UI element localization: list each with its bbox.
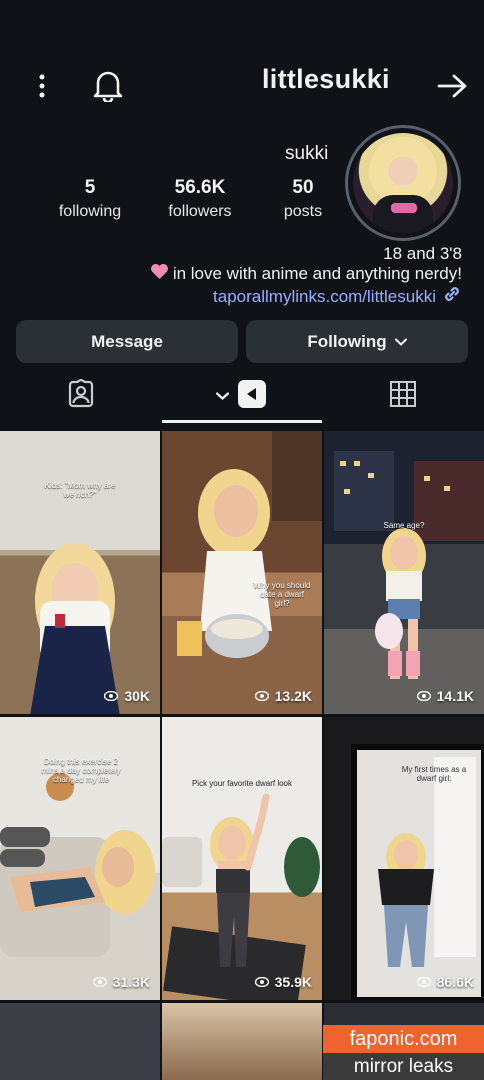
bio-line-2-row: in love with anime and anything nerdy! xyxy=(150,263,462,285)
stat-following-label: following xyxy=(58,203,122,220)
chevron-down-icon xyxy=(215,392,229,400)
more-options-icon[interactable] xyxy=(30,70,54,102)
post-thumbnail[interactable]: Doing this exercise 2 mins a day complet… xyxy=(0,717,160,1000)
tagged-person-icon xyxy=(66,378,96,414)
share-arrow-icon[interactable] xyxy=(434,70,470,102)
post-thumbnail[interactable]: Why you should date a dwarf girl? 13.2K xyxy=(162,431,322,714)
avatar[interactable] xyxy=(345,125,461,241)
view-count: 35.9K xyxy=(254,974,312,990)
post-caption: Same age? xyxy=(383,521,425,530)
post-caption: My first times as a dwarf girl: xyxy=(401,765,467,784)
bio-link-text: taporallmylinks.com/littlesukki xyxy=(213,286,436,306)
post-caption: Why you should date a dwarf girl? xyxy=(253,581,311,609)
stat-posts[interactable]: 50 posts xyxy=(272,177,334,221)
post-thumbnail[interactable] xyxy=(0,1003,160,1080)
bio-link[interactable]: taporallmylinks.com/littlesukki xyxy=(213,284,462,309)
stat-posts-label: posts xyxy=(283,203,323,220)
message-button[interactable]: Message xyxy=(16,320,238,363)
profile-username: littlesukki xyxy=(262,64,390,94)
post-thumbnail[interactable] xyxy=(162,1003,322,1080)
stat-following[interactable]: 5 following xyxy=(52,177,128,221)
chevron-down-icon xyxy=(394,338,407,346)
view-count-value: 31.3K xyxy=(112,974,150,990)
stat-following-value: 5 xyxy=(84,177,96,198)
watermark-site: faponic.com xyxy=(323,1025,484,1053)
eye-icon xyxy=(416,974,431,990)
active-tab-indicator xyxy=(162,420,322,423)
eye-icon xyxy=(92,974,107,990)
view-count: 86.6K xyxy=(416,974,474,990)
watermark-tagline: mirror leaks xyxy=(323,1053,484,1080)
post-thumbnail[interactable]: Kids: "Mom why are we rich?" 30K xyxy=(0,431,160,714)
eye-icon xyxy=(416,688,431,704)
post-thumbnail[interactable]: My first times as a dwarf girl: 86.6K xyxy=(324,717,484,1000)
eye-icon xyxy=(254,974,269,990)
post-caption: Kids: "Mom why are we rich?" xyxy=(44,481,116,500)
eye-icon xyxy=(254,688,269,704)
post-thumbnail[interactable]: Same age? 14.1K xyxy=(324,431,484,714)
bio-line-1: 18 and 3'8 xyxy=(383,244,462,263)
tab-tagged[interactable] xyxy=(40,375,122,417)
stat-followers-value: 56.6K xyxy=(174,177,226,198)
display-name: sukki xyxy=(285,143,329,164)
view-count: 13.2K xyxy=(254,688,312,704)
avatar-image xyxy=(353,133,453,233)
reels-play-icon xyxy=(237,379,267,414)
post-caption: Pick your favorite dwarf look xyxy=(191,779,293,788)
view-count: 31.3K xyxy=(92,974,150,990)
view-count: 30K xyxy=(104,688,150,704)
following-label: Following xyxy=(307,331,387,351)
heart-icon xyxy=(150,263,169,285)
view-count-value: 86.6K xyxy=(436,974,474,990)
view-count-value: 13.2K xyxy=(274,688,312,704)
grid-icon xyxy=(390,380,416,412)
following-button[interactable]: Following xyxy=(246,320,468,363)
stat-posts-value: 50 xyxy=(292,177,314,198)
view-count-value: 14.1K xyxy=(436,688,474,704)
link-icon xyxy=(442,284,462,309)
tab-reels[interactable] xyxy=(200,375,282,417)
view-count-value: 30K xyxy=(124,688,150,704)
notifications-bell-icon[interactable] xyxy=(90,66,126,104)
stat-followers-label: followers xyxy=(168,203,232,220)
bio-line-2: in love with anime and anything nerdy! xyxy=(172,264,462,283)
post-caption: Doing this exercise 2 mins a day complet… xyxy=(41,757,121,785)
view-count: 14.1K xyxy=(416,688,474,704)
eye-icon xyxy=(104,688,119,704)
view-count-value: 35.9K xyxy=(274,974,312,990)
post-thumbnail[interactable]: Pick your favorite dwarf look 35.9K xyxy=(162,717,322,1000)
stat-followers[interactable]: 56.6K followers xyxy=(160,177,240,221)
message-label: Message xyxy=(91,331,163,351)
tab-grid[interactable] xyxy=(362,375,444,417)
